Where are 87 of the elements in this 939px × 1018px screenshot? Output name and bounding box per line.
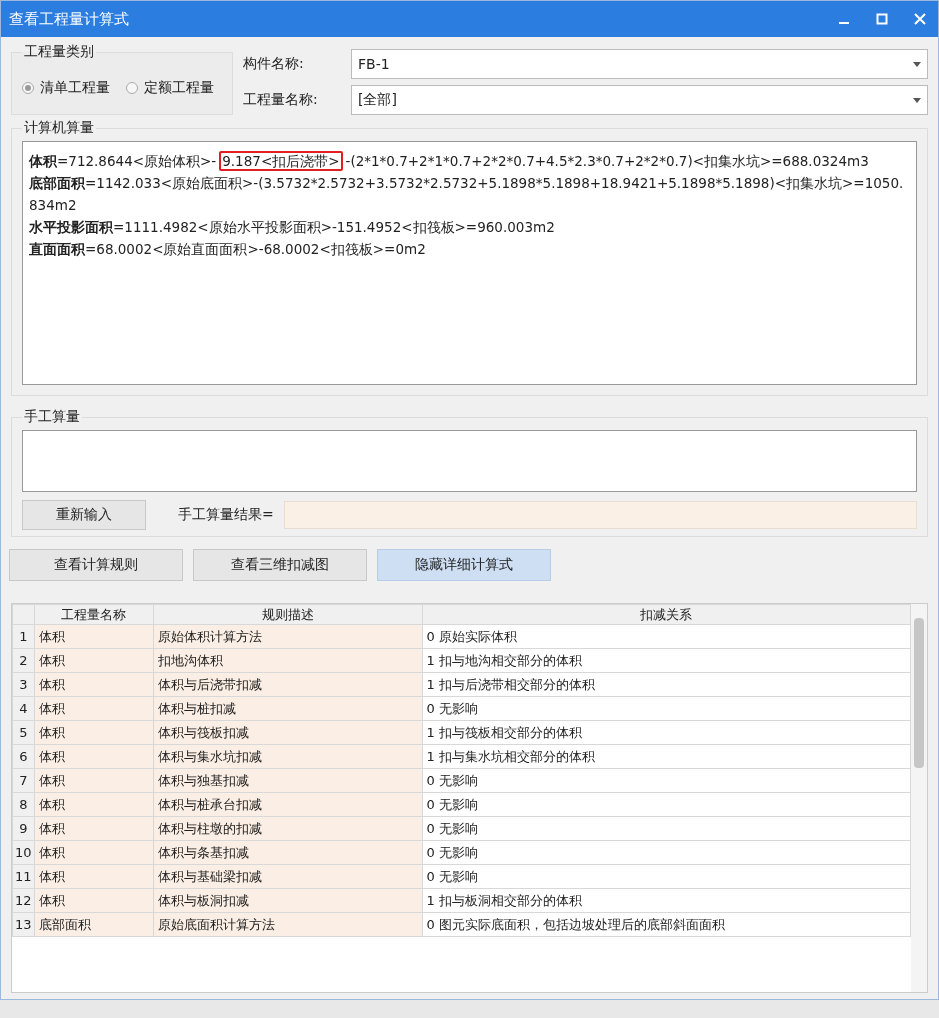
row-number: 3: [12, 672, 35, 697]
row-number: 4: [12, 696, 35, 721]
table-cell: 体积: [34, 768, 154, 793]
row-number: 10: [12, 840, 35, 865]
row-number: 13: [12, 912, 35, 937]
radio-label: 定额工程量: [144, 79, 214, 97]
formula-line: 体积=712.8644<原始体积>- 9.187<扣后浇带> -(2*1*0.7+2*1*0.7+2*2*0.7+4.5*2.3*0.7+2*2*0.7)<扣集水坑>=688.0324m3: [29, 150, 870, 172]
table-cell: 体积与筏板扣减: [153, 720, 423, 745]
table-cell: 底部面积: [34, 912, 154, 937]
table-cell: 原始底面积计算方法: [153, 912, 423, 937]
reenter-button[interactable]: 重新输入: [22, 500, 146, 530]
table-cell: 体积: [34, 696, 154, 721]
dropdown-field[interactable]: FB-1: [351, 49, 928, 79]
action-button[interactable]: 隐藏详细计算式: [377, 549, 551, 581]
table-cell: 体积: [34, 648, 154, 673]
highlight-box: 9.187<扣后浇带>: [219, 151, 343, 171]
close-icon[interactable]: [914, 13, 926, 25]
row-number: 6: [12, 744, 35, 769]
table-cell: 体积与独基扣减: [153, 768, 423, 793]
manual-input-field[interactable]: [22, 430, 917, 492]
field-label: 构件名称:: [243, 55, 305, 73]
group-title: 手工算量: [23, 408, 81, 426]
table-cell: 体积: [34, 672, 154, 697]
table-cell: 体积: [34, 888, 154, 913]
table-cell: 体积与桩扣减: [153, 696, 423, 721]
table-cell: 体积与条基扣减: [153, 840, 423, 865]
table-cell: 体积与桩承台扣减: [153, 792, 423, 817]
table-cell: 体积与集水坑扣减: [153, 744, 423, 769]
table-cell: 0 原始实际体积: [422, 624, 911, 649]
column-header[interactable]: 工程量名称: [34, 604, 154, 625]
row-number: 5: [12, 720, 35, 745]
row-number: 8: [12, 792, 35, 817]
radio-icon[interactable]: [126, 82, 138, 94]
scrollbar[interactable]: [911, 604, 927, 992]
radio-icon[interactable]: [22, 82, 34, 94]
row-number: 1: [12, 624, 35, 649]
table-cell: 0 无影响: [422, 840, 911, 865]
radio-option[interactable]: 定额工程量: [126, 79, 214, 97]
table-cell: 体积: [34, 720, 154, 745]
column-header[interactable]: 扣减关系: [422, 604, 911, 625]
table-cell: 体积与基础梁扣减: [153, 864, 423, 889]
table-cell: 体积与后浇带扣减: [153, 672, 423, 697]
field-label: 工程量名称:: [243, 91, 319, 109]
table-cell: 1 扣与后浇带相交部分的体积: [422, 672, 911, 697]
table-cell: 1 扣与地沟相交部分的体积: [422, 648, 911, 673]
table-cell: 0 无影响: [422, 864, 911, 889]
dropdown-field[interactable]: [全部]: [351, 85, 928, 115]
table-cell: 1 扣与集水坑相交部分的体积: [422, 744, 911, 769]
formula-line: 水平投影面积=1111.4982<原始水平投影面积>-151.4952<扣筏板>=960.003m2: [29, 218, 556, 237]
result-label: 手工算量结果=: [178, 506, 274, 524]
row-number: 7: [12, 768, 35, 793]
formula-line: 底部面积=1142.033<原始底面积>-(3.5732*2.5732+3.5732*2.5732+5.1898*5.1898+18.9421+5.1898*5.1898)<扣集水坑>=1050.834m2: [29, 174, 905, 215]
maximize-icon[interactable]: [876, 13, 888, 25]
caret-icon: [913, 61, 921, 67]
group-title: 工程量类别: [23, 43, 95, 61]
group-title: 计算机算量: [23, 119, 95, 137]
row-number: 2: [12, 648, 35, 673]
table-cell: 原始体积计算方法: [153, 624, 423, 649]
table-cell: 体积与板洞扣减: [153, 888, 423, 913]
row-number: 9: [12, 816, 35, 841]
table-cell: 体积: [34, 744, 154, 769]
table-cell: 0 图元实际底面积，包括边坡处理后的底部斜面面积: [422, 912, 911, 937]
action-button[interactable]: 查看三维扣减图: [193, 549, 367, 581]
table-cell: 体积与柱墩的扣减: [153, 816, 423, 841]
caret-icon: [913, 97, 921, 103]
result-field[interactable]: [283, 501, 917, 529]
table-cell: 体积: [34, 792, 154, 817]
table-cell: 0 无影响: [422, 696, 911, 721]
row-number: 12: [12, 888, 35, 913]
radio-option[interactable]: 清单工程量: [22, 79, 110, 97]
row-number: 11: [12, 864, 35, 889]
window-title: 查看工程量计算式: [9, 9, 129, 29]
table-cell: 0 无影响: [422, 792, 911, 817]
table-cell: 体积: [34, 624, 154, 649]
column-header[interactable]: 规则描述: [153, 604, 423, 625]
table-cell: 体积: [34, 864, 154, 889]
table-cell: 体积: [34, 816, 154, 841]
table-cell: 0 无影响: [422, 816, 911, 841]
table-cell: 扣地沟体积: [153, 648, 423, 673]
formula-line: 直面面积=68.0002<原始直面面积>-68.0002<扣筏板>=0m2: [29, 240, 427, 259]
table-cell: 0 无影响: [422, 768, 911, 793]
radio-label: 清单工程量: [40, 79, 110, 97]
table-cell: 1 扣与板洞相交部分的体积: [422, 888, 911, 913]
table-cell: 体积: [34, 840, 154, 865]
scroll-thumb[interactable]: [914, 618, 924, 768]
table-cell: 1 扣与筏板相交部分的体积: [422, 720, 911, 745]
action-button[interactable]: 查看计算规则: [9, 549, 183, 581]
